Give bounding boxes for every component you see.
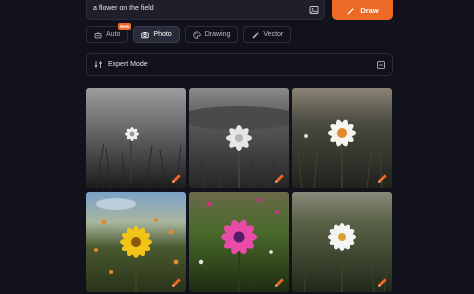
new-badge: New bbox=[118, 23, 132, 30]
generated-image[interactable] bbox=[86, 192, 186, 292]
generated-image[interactable] bbox=[86, 88, 186, 188]
draw-label: Draw bbox=[360, 5, 379, 15]
generated-image[interactable] bbox=[292, 88, 392, 188]
tab-photo-label: Photo bbox=[153, 31, 172, 38]
sliders-icon bbox=[94, 61, 102, 68]
style-tabs: Auto New Photo Drawing Vector bbox=[86, 23, 292, 43]
draw-button[interactable]: Draw bbox=[332, 0, 393, 20]
generated-image[interactable] bbox=[189, 88, 289, 188]
robot-icon bbox=[94, 31, 102, 38]
palette-icon bbox=[193, 30, 201, 39]
tab-vector[interactable]: Vector bbox=[243, 26, 292, 43]
edit-pencil-icon[interactable] bbox=[274, 277, 285, 288]
edit-pencil-icon[interactable] bbox=[171, 173, 182, 184]
generated-image[interactable] bbox=[189, 192, 289, 292]
tab-drawing-label: Drawing bbox=[204, 31, 231, 38]
tab-photo[interactable]: Photo bbox=[133, 26, 180, 43]
tab-auto[interactable]: Auto New bbox=[86, 23, 132, 43]
collapse-icon[interactable] bbox=[377, 60, 385, 69]
tab-auto-label: Auto bbox=[106, 31, 121, 38]
expert-mode-bar[interactable]: Expert Mode bbox=[86, 53, 393, 76]
tab-vector-label: Vector bbox=[263, 31, 284, 38]
edit-pencil-icon[interactable] bbox=[377, 277, 388, 288]
pen-tool-icon bbox=[252, 31, 259, 38]
expert-mode-label: Expert Mode bbox=[108, 61, 148, 68]
edit-pencil-icon[interactable] bbox=[171, 277, 182, 288]
tab-drawing[interactable]: Drawing bbox=[184, 26, 239, 43]
edit-pencil-icon[interactable] bbox=[377, 173, 388, 184]
generated-image[interactable] bbox=[292, 192, 392, 292]
edit-pencil-icon[interactable] bbox=[274, 173, 285, 184]
camera-icon bbox=[141, 31, 150, 38]
image-upload-icon[interactable] bbox=[309, 5, 319, 15]
brush-icon bbox=[347, 7, 354, 15]
image-grid bbox=[86, 88, 393, 292]
prompt-input[interactable]: a flower on the field bbox=[86, 0, 325, 20]
prompt-text[interactable]: a flower on the field bbox=[93, 5, 154, 12]
